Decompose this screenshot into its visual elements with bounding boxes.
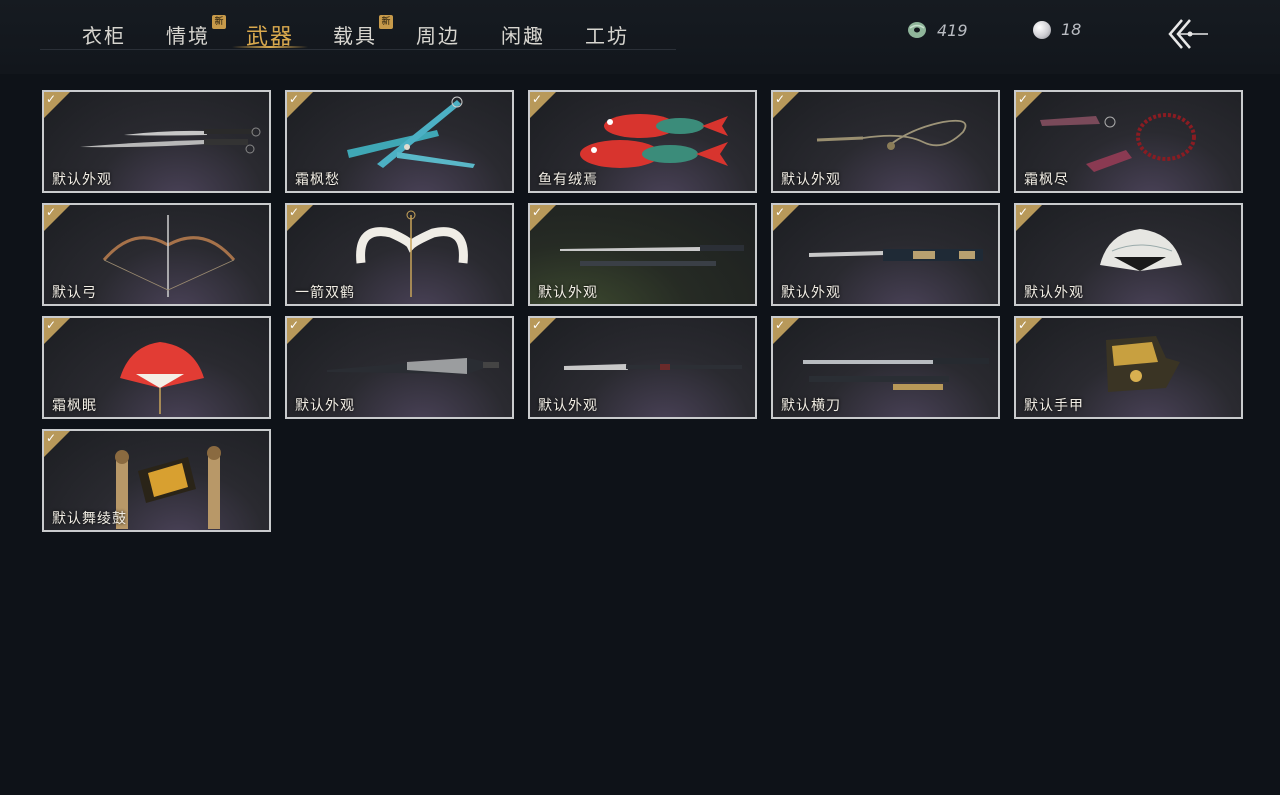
jade-amount: 419 xyxy=(937,20,968,40)
tab-wardrobe[interactable]: 衣柜 xyxy=(82,20,126,49)
pearl-icon xyxy=(1033,20,1051,39)
item-name: 默认弓 xyxy=(52,285,97,301)
weapon-card[interactable]: ✓ 默认手甲 xyxy=(1014,316,1243,419)
back-arrow-icon[interactable] xyxy=(1166,16,1210,52)
item-name: 默认外观 xyxy=(538,285,598,301)
weapon-card[interactable]: ✓ 默认外观 xyxy=(771,203,1000,306)
weapon-card[interactable]: ✓ 默认外观 xyxy=(285,316,514,419)
check-icon: ✓ xyxy=(532,92,543,106)
check-icon: ✓ xyxy=(775,205,786,219)
item-name: 默认外观 xyxy=(538,398,598,414)
weapon-card[interactable]: ✓ 霜枫尽 xyxy=(1014,90,1243,193)
item-name: 默认外观 xyxy=(295,398,355,414)
tab-vehicles[interactable]: 载具新 xyxy=(333,15,393,49)
weapon-card[interactable]: ✓ 鱼有绒焉 xyxy=(528,90,757,193)
item-name: 默认外观 xyxy=(1024,285,1084,301)
check-icon: ✓ xyxy=(289,318,300,332)
category-tabs: 衣柜 情境新 武器 载具新 周边 闲趣 工坊 xyxy=(40,0,676,50)
pearl-currency: 18 xyxy=(1033,20,1081,39)
check-icon: ✓ xyxy=(1018,318,1029,332)
top-navigation-bar: 衣柜 情境新 武器 载具新 周边 闲趣 工坊 419 18 xyxy=(0,0,1280,74)
item-name: 一箭双鹤 xyxy=(295,285,355,301)
new-badge: 新 xyxy=(212,15,226,29)
check-icon: ✓ xyxy=(1018,205,1029,219)
item-name: 霜枫尽 xyxy=(1024,172,1069,188)
weapon-card[interactable]: ✓ 一箭双鹤 xyxy=(285,203,514,306)
check-icon: ✓ xyxy=(46,318,57,332)
weapon-card[interactable]: ✓ 默认外观 xyxy=(528,203,757,306)
item-name: 默认手甲 xyxy=(1024,398,1084,414)
item-name: 默认外观 xyxy=(781,172,841,188)
item-name: 默认舞绫鼓 xyxy=(52,511,127,527)
weapon-card[interactable]: ✓ 霜枫愁 xyxy=(285,90,514,193)
weapon-card[interactable]: ✓ 默认舞绫鼓 xyxy=(42,429,271,532)
check-icon: ✓ xyxy=(775,92,786,106)
tab-scene[interactable]: 情境新 xyxy=(166,15,226,49)
weapon-card[interactable]: ✓ 霜枫眠 xyxy=(42,316,271,419)
check-icon: ✓ xyxy=(775,318,786,332)
jade-currency: 419 xyxy=(907,20,968,40)
check-icon: ✓ xyxy=(289,92,300,106)
weapon-card[interactable]: ✓ 默认横刀 xyxy=(771,316,1000,419)
weapon-card[interactable]: ✓ 默认外观 xyxy=(528,316,757,419)
check-icon: ✓ xyxy=(289,205,300,219)
weapon-card[interactable]: ✓ 默认外观 xyxy=(42,90,271,193)
check-icon: ✓ xyxy=(46,205,57,219)
active-tab-underline xyxy=(232,46,308,48)
check-icon: ✓ xyxy=(532,205,543,219)
check-icon: ✓ xyxy=(46,92,57,106)
item-name: 默认外观 xyxy=(52,172,112,188)
jade-coin-icon xyxy=(908,22,926,38)
weapon-card[interactable]: ✓ 默认外观 xyxy=(771,90,1000,193)
tab-peripherals[interactable]: 周边 xyxy=(416,20,460,49)
item-name: 鱼有绒焉 xyxy=(538,172,598,188)
tab-leisure[interactable]: 闲趣 xyxy=(501,20,545,49)
pearl-amount: 18 xyxy=(1061,20,1082,39)
item-name: 霜枫愁 xyxy=(295,172,340,188)
new-badge: 新 xyxy=(379,15,393,29)
item-name: 默认横刀 xyxy=(781,398,841,414)
item-name: 霜枫眠 xyxy=(52,398,97,414)
tab-workshop[interactable]: 工坊 xyxy=(585,20,629,49)
weapon-card[interactable]: ✓ 默认外观 xyxy=(1014,203,1243,306)
weapon-skin-grid: ✓ 默认外观 ✓ 霜枫愁 ✓ 鱼有绒焉 ✓ 默认外观 ✓ 霜枫尽 ✓ 默认弓 ✓… xyxy=(42,90,1244,532)
check-icon: ✓ xyxy=(46,431,57,445)
weapon-card[interactable]: ✓ 默认弓 xyxy=(42,203,271,306)
check-icon: ✓ xyxy=(1018,92,1029,106)
item-name: 默认外观 xyxy=(781,285,841,301)
check-icon: ✓ xyxy=(532,318,543,332)
